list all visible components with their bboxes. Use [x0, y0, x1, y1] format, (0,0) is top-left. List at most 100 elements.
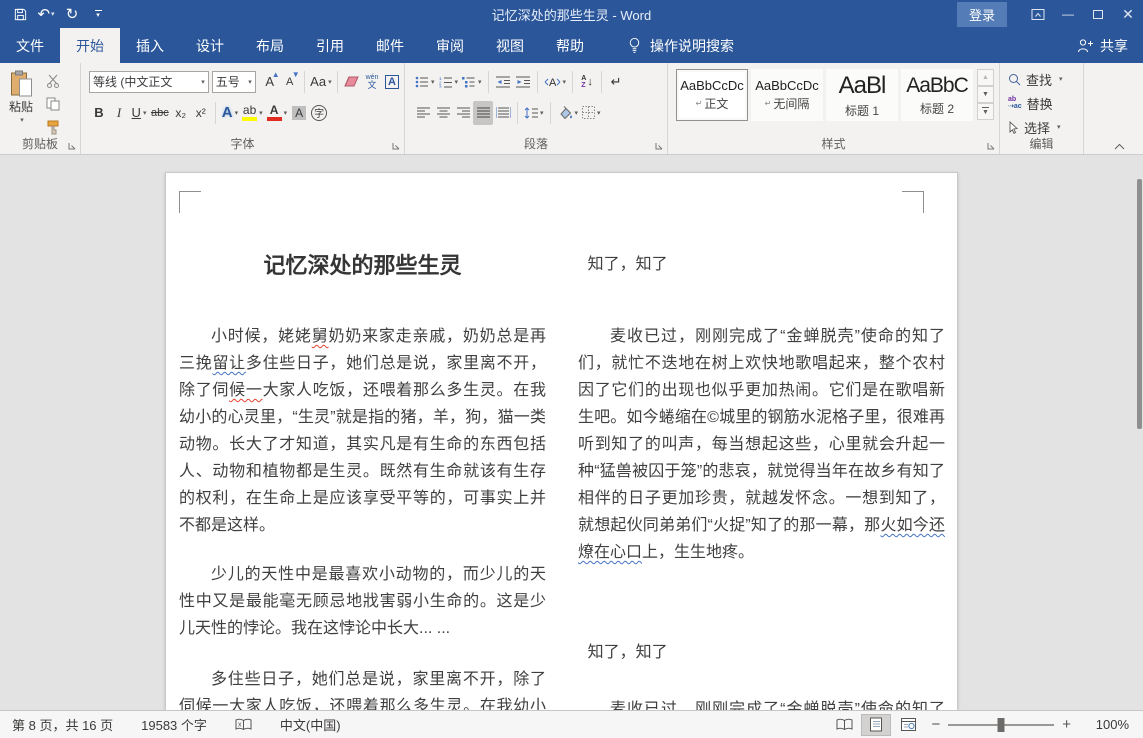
italic-button[interactable]: I [109, 101, 129, 125]
zoom-slider-thumb[interactable] [998, 718, 1005, 732]
bullets-button[interactable]: ▾ [413, 70, 437, 94]
underline-button[interactable]: U▾ [129, 101, 149, 125]
text-effects-button[interactable]: A▾ [220, 101, 240, 125]
line-spacing-caret-icon: ▾ [540, 109, 544, 117]
proofing-status-button[interactable]: x [233, 711, 254, 738]
distribute-button[interactable] [493, 101, 513, 125]
maximize-button[interactable] [1083, 0, 1113, 28]
style-no-spacing[interactable]: AaBbCcDc ↵无间隔 [751, 69, 823, 121]
zoom-slider[interactable] [948, 724, 1054, 726]
clear-formatting-button[interactable] [342, 70, 362, 94]
align-right-button[interactable] [453, 101, 473, 125]
style-normal[interactable]: AaBbCcDc ↵正文 [676, 69, 748, 121]
shrink-font-button[interactable]: A▼ [280, 70, 300, 94]
change-case-icon: Aa [310, 74, 326, 89]
vertical-scrollbar[interactable] [1132, 155, 1143, 710]
word-count[interactable]: 19583 个字 [139, 711, 209, 738]
paste-button[interactable]: 粘贴 ▾ [2, 68, 40, 138]
text-highlight-button[interactable]: ab ▾ [240, 101, 265, 125]
copy-button[interactable] [42, 94, 64, 114]
line-spacing-button[interactable]: ▾ [522, 101, 546, 125]
collapse-ribbon-button[interactable] [1114, 143, 1125, 150]
language-indicator[interactable]: 中文(中国) [278, 711, 343, 738]
read-mode-button[interactable] [829, 714, 859, 736]
tab-design[interactable]: 设计 [180, 28, 240, 63]
gallery-up-button[interactable]: ▲ [977, 69, 994, 86]
page-indicator[interactable]: 第 8 页，共 16 页 [10, 711, 115, 738]
font-color-button[interactable]: A ▾ [265, 101, 290, 125]
character-shading-button[interactable]: A [289, 101, 309, 125]
font-size-combo[interactable]: 五号▾ [212, 71, 256, 93]
font-name-combo[interactable]: 等线 (中文正文▾ [89, 71, 209, 93]
replace-button[interactable]: ab⇢ac 替换 [1008, 92, 1081, 114]
redo-button[interactable]: ↻ [60, 2, 84, 26]
shading-button[interactable]: ▾ [555, 101, 581, 125]
style-preview: AaBbCcDc [755, 78, 819, 93]
tab-help[interactable]: 帮助 [540, 28, 600, 63]
web-layout-button[interactable] [893, 714, 923, 736]
tab-mailings[interactable]: 邮件 [360, 28, 420, 63]
highlight-icon: ab [242, 104, 257, 121]
find-button[interactable]: 查找 ▾ [1008, 68, 1081, 90]
increase-indent-button[interactable] [513, 70, 533, 94]
bold-button[interactable]: B [89, 101, 109, 125]
share-button[interactable]: 共享 [1062, 28, 1143, 63]
change-case-button[interactable]: Aa▾ [309, 70, 333, 94]
sort-button[interactable]: AZ↓ [577, 70, 597, 94]
asian-layout-button[interactable]: A ▾ [542, 70, 569, 94]
tab-review[interactable]: 审阅 [420, 28, 480, 63]
dialog-launcher-icon [655, 142, 664, 151]
tab-references[interactable]: 引用 [300, 28, 360, 63]
font-dialog-launcher[interactable] [391, 141, 401, 151]
tab-layout[interactable]: 布局 [240, 28, 300, 63]
save-button[interactable] [8, 2, 32, 26]
grow-font-button[interactable]: A▲ [260, 70, 280, 94]
justify-button[interactable] [473, 101, 493, 125]
tab-view[interactable]: 视图 [480, 28, 540, 63]
align-center-button[interactable] [433, 101, 453, 125]
minimize-button[interactable]: — [1053, 0, 1083, 28]
close-button[interactable]: ✕ [1113, 0, 1143, 28]
format-painter-button[interactable] [42, 117, 64, 137]
font-row-2: B I U▾ abc x₂ x² A▾ ab ▾ A ▾ A 字 [83, 99, 402, 126]
tab-file[interactable]: 文件 [0, 28, 60, 63]
numbering-button[interactable]: 123 ▾ [437, 70, 461, 94]
tab-insert[interactable]: 插入 [120, 28, 180, 63]
shading-caret-icon: ▾ [575, 109, 579, 117]
gallery-more-button[interactable]: ▼ [977, 103, 994, 120]
show-hide-marks-button[interactable]: ↵ [606, 70, 626, 94]
paragraph-dialog-launcher[interactable] [654, 141, 664, 151]
document-page[interactable]: 记忆深处的那些生灵小时候，姥姥舅奶奶来家走亲戚，奶奶总是再三挽留让多住些日子，她… [165, 172, 958, 710]
character-border-button[interactable]: A [382, 70, 402, 94]
subscript-button[interactable]: x₂ [171, 101, 191, 125]
align-left-button[interactable] [413, 101, 433, 125]
gallery-down-button[interactable]: ▼ [977, 86, 994, 103]
increase-indent-icon [516, 76, 530, 88]
style-heading-2[interactable]: AaBbC 标题 2 [901, 69, 973, 121]
ribbon-display-options-button[interactable] [1023, 0, 1053, 28]
clipboard-dialog-launcher[interactable] [67, 141, 77, 151]
zoom-in-button[interactable]: + [1054, 716, 1079, 733]
undo-button[interactable]: ↶▾ [34, 2, 58, 26]
paste-label: 粘贴 [9, 98, 33, 115]
multilevel-list-button[interactable]: ▾ [460, 70, 484, 94]
cut-button[interactable] [42, 71, 64, 91]
zoom-out-button[interactable]: − [923, 716, 948, 733]
scrollbar-thumb[interactable] [1137, 179, 1142, 429]
tell-me-search[interactable]: 操作说明搜索 [628, 28, 734, 63]
zoom-percentage[interactable]: 100% [1091, 717, 1129, 732]
strikethrough-button[interactable]: abc [149, 101, 171, 125]
print-layout-button[interactable] [861, 714, 891, 736]
borders-button[interactable]: ▾ [580, 101, 603, 125]
superscript-button[interactable]: x² [191, 101, 211, 125]
sign-in-button[interactable]: 登录 [957, 2, 1007, 27]
phonetic-guide-button[interactable]: wén文 [362, 70, 382, 94]
styles-dialog-launcher[interactable] [986, 141, 996, 151]
enclose-characters-button[interactable]: 字 [309, 101, 329, 125]
replace-icon: ab⇢ac [1008, 96, 1022, 110]
decrease-indent-button[interactable] [493, 70, 513, 94]
paragraph-row-2: ▾ ▾ ▾ [407, 99, 665, 126]
style-heading-1[interactable]: AaBl 标题 1 [826, 69, 898, 121]
tab-home[interactable]: 开始 [60, 28, 120, 63]
customize-qat-button[interactable]: ▾ [86, 2, 110, 26]
